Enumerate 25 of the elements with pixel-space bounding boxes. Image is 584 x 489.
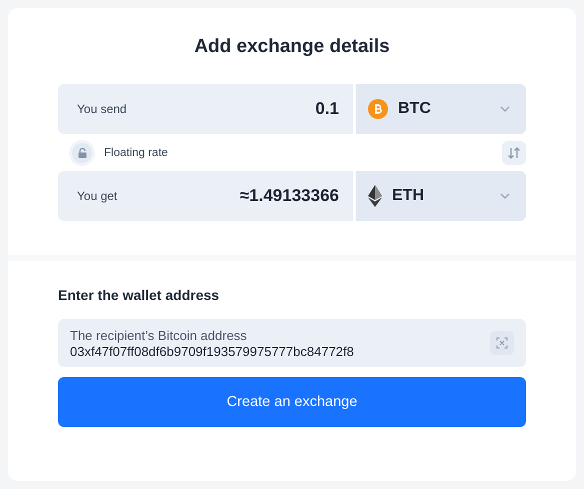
- coin-icon: [368, 99, 388, 119]
- chevron-icon: [500, 106, 510, 112]
- currency-select[interactable]: BTC: [356, 84, 526, 134]
- dialog-title: Add exchange details: [193, 36, 391, 58]
- scan-button[interactable]: [490, 331, 514, 355]
- unlocked-lock-icon: [78, 148, 86, 158]
- amount-value: ≈1.49133366: [240, 186, 339, 206]
- amount-field[interactable]: You send 0.1: [58, 84, 353, 134]
- amount-label: You get: [77, 189, 118, 203]
- lock-button[interactable]: [72, 142, 92, 162]
- amount-value: 0.1: [315, 99, 339, 119]
- section-heading: Enter the wallet address: [58, 287, 220, 303]
- rate-label: Floating rate: [104, 146, 169, 158]
- scan-icon: [496, 337, 508, 349]
- diamond-icon: [368, 185, 382, 207]
- chevron-icon: [500, 193, 510, 199]
- field-label: The recipient’s Bitcoin address: [70, 328, 248, 342]
- address-field[interactable]: The recipient’s Bitcoin address 03xf47f07ff08df6b9709f193579975777bc84772f8: [58, 319, 526, 367]
- amount-field[interactable]: You get ≈1.49133366: [58, 171, 353, 221]
- swap-icon: [507, 146, 521, 160]
- swap-button[interactable]: [502, 140, 526, 164]
- field-value: 03xf47f07ff08df6b9709f193579975777bc84772f8: [70, 344, 355, 358]
- create-exchange-button[interactable]: Create an exchange: [58, 377, 526, 427]
- amount-label: You send: [77, 102, 127, 116]
- currency-select[interactable]: ETH: [356, 171, 526, 221]
